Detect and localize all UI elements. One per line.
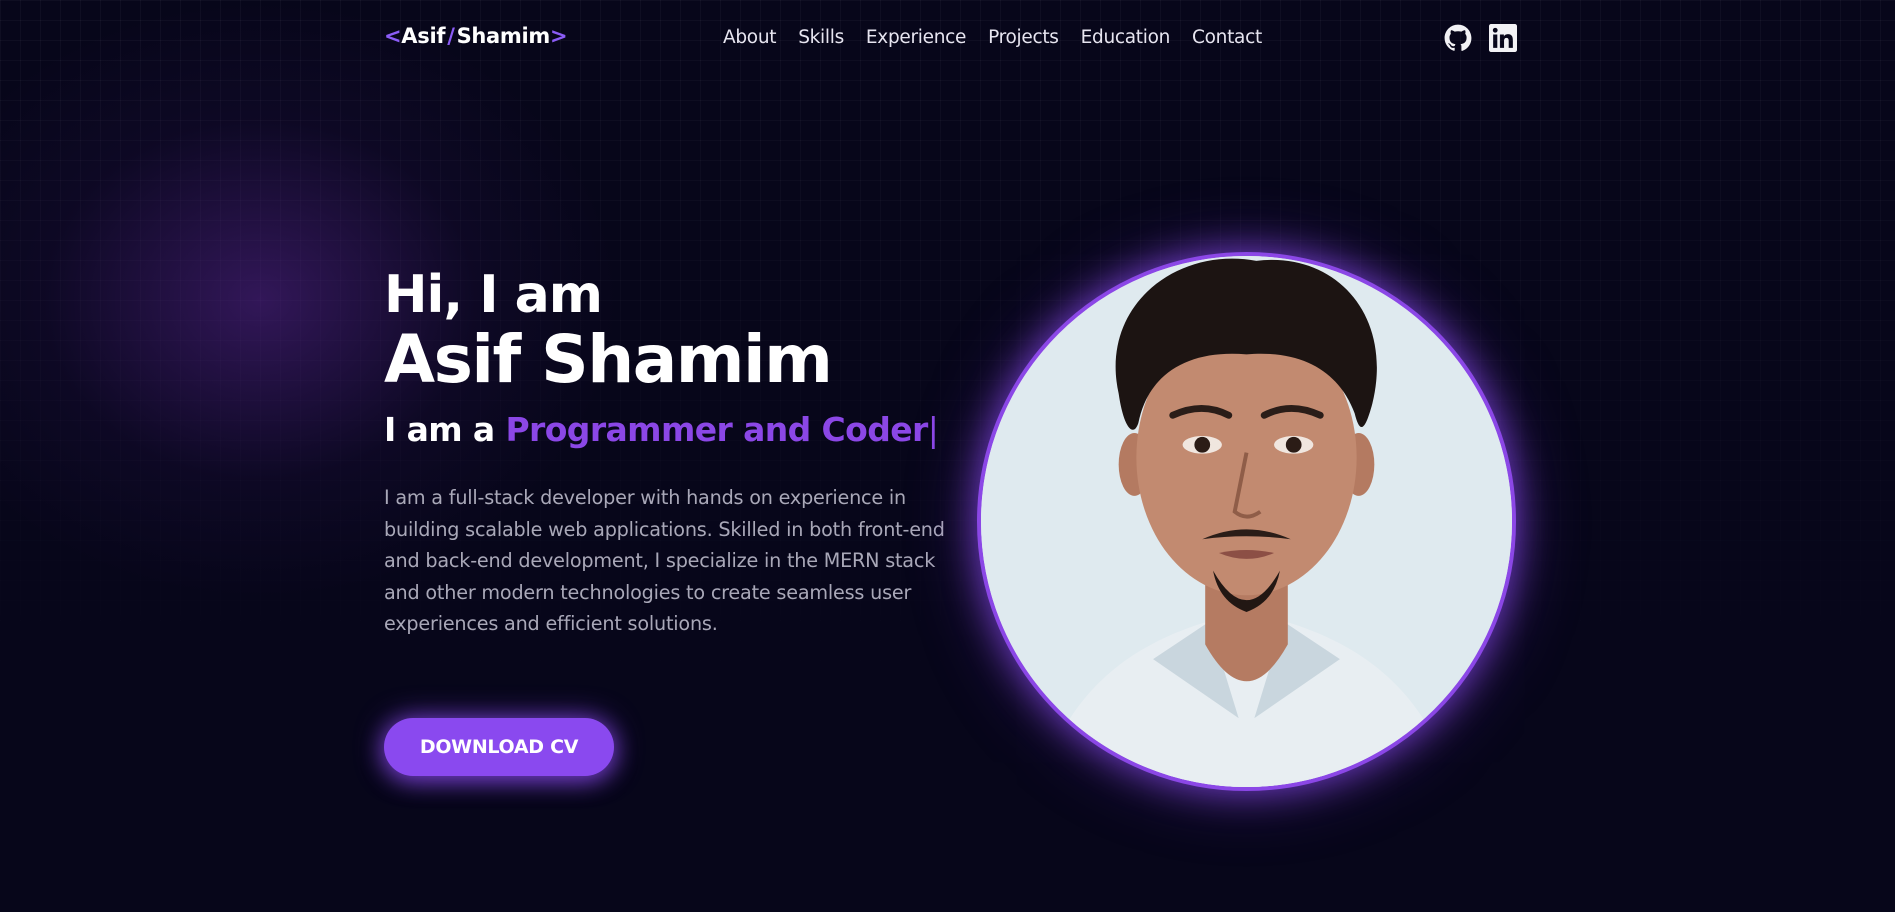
hero-role-prefix: I am a: [384, 410, 506, 449]
logo-last-name: Shamim: [456, 24, 551, 48]
hero-intro: Hi, I am Asif Shamim I am a Programmer a…: [384, 262, 964, 640]
nav-link-experience[interactable]: Experience: [866, 27, 966, 48]
hero-greeting: Hi, I am: [384, 265, 603, 325]
typing-cursor: |: [927, 410, 939, 449]
logo[interactable]: < Asif / Shamim >: [384, 24, 568, 48]
nav-links: About Skills Experience Projects Educati…: [723, 27, 1262, 48]
nav-link-about[interactable]: About: [723, 27, 777, 48]
hero-description: I am a full-stack developer with hands o…: [384, 486, 945, 635]
nav-link-skills[interactable]: Skills: [798, 27, 844, 48]
profile-photo: [977, 252, 1516, 791]
logo-first-name: Asif: [401, 24, 446, 48]
download-cv-button[interactable]: DOWNLOAD CV: [384, 718, 614, 776]
nav-link-projects[interactable]: Projects: [988, 27, 1059, 48]
hero-role-highlight: Programmer and Coder: [505, 410, 928, 449]
hero-name: Asif Shamim: [384, 321, 833, 398]
github-icon[interactable]: [1444, 24, 1472, 52]
linkedin-icon[interactable]: [1489, 24, 1517, 52]
logo-close-bracket: >: [549, 24, 568, 48]
navbar: < Asif / Shamim > About Skills Experienc…: [0, 0, 1895, 78]
hero-role: I am a Programmer and Coder|: [384, 410, 964, 449]
nav-link-education[interactable]: Education: [1081, 27, 1171, 48]
logo-slash: /: [447, 24, 455, 48]
nav-link-contact[interactable]: Contact: [1192, 27, 1262, 48]
logo-open-bracket: <: [384, 24, 402, 48]
